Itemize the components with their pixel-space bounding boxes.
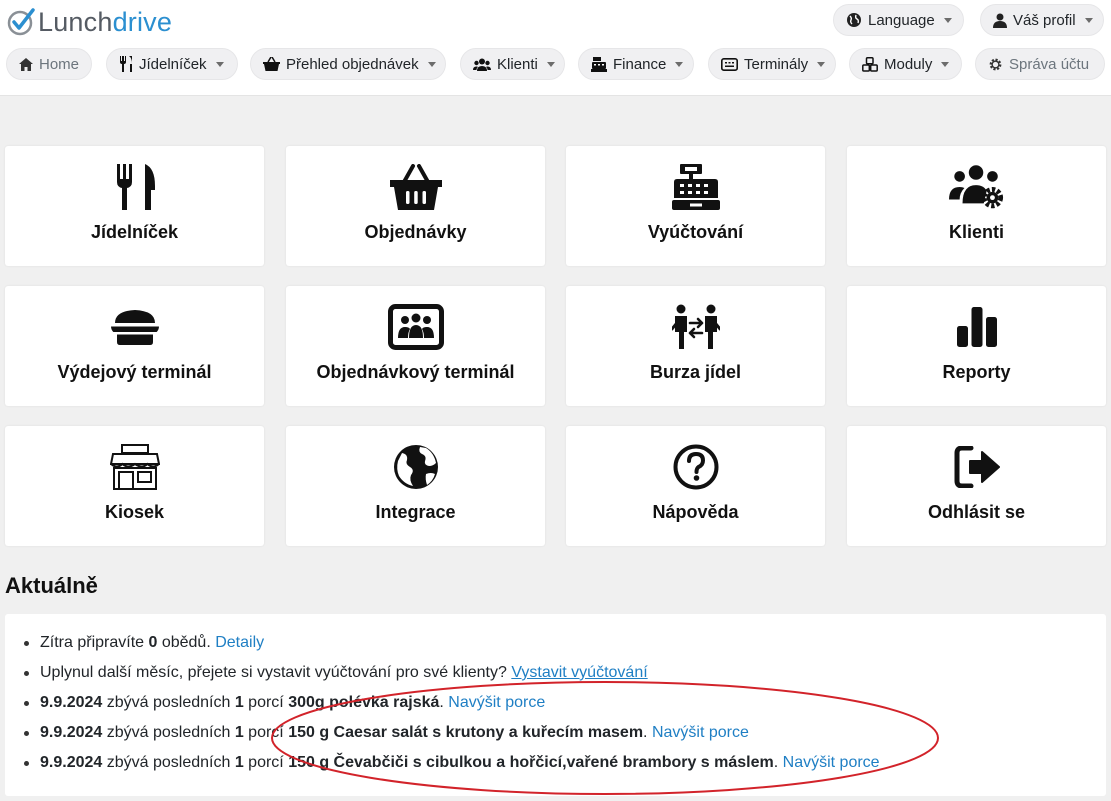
tile-objednavky-label: Objednávky — [364, 222, 467, 242]
news-item: 9.9.2024 zbývá posledních 1 porcí 300g p… — [5, 690, 1106, 720]
lunchdrive-logo[interactable]: Lunchdrive — [6, 4, 172, 40]
nav-home[interactable]: Home — [6, 48, 92, 80]
bowl-food-icon — [110, 310, 159, 345]
nav-jidelnicek-label: Jídelníček — [139, 55, 207, 73]
cash-register-icon — [671, 164, 720, 210]
tile-odhlasit-se-label: Odhlásit se — [927, 502, 1026, 522]
news-list: Zítra připravíte 0 obědů. Detaily Uplynu… — [5, 614, 1106, 780]
news-item: Uplynul další měsíc, přejete si vystavit… — [5, 660, 1106, 690]
chevron-down-icon — [817, 62, 826, 67]
tile-vydejovy-terminal-label: Výdejový terminál — [57, 362, 212, 382]
sign-out-icon — [954, 446, 1000, 488]
logo-text-drive: drive — [112, 6, 173, 37]
navysit-porce-link[interactable]: Navýšit porce — [652, 724, 749, 741]
basket-icon — [263, 57, 280, 71]
chevron-down-icon — [546, 62, 555, 67]
user-icon — [993, 13, 1007, 28]
cubes-icon — [862, 56, 878, 72]
nav-jidelnicek[interactable]: Jídelníček — [106, 48, 238, 80]
tile-jidelnicek-label: Jídelníček — [90, 222, 179, 242]
utensils-icon — [120, 56, 132, 72]
bar-chart-icon — [956, 307, 997, 347]
globe-icon — [847, 13, 861, 27]
globe-icon — [393, 445, 438, 489]
profile-dropdown[interactable]: Váš profil — [980, 4, 1104, 36]
news-item: 9.9.2024 zbývá posledních 1 porcí 150 g … — [5, 720, 1106, 750]
nav-klienti-label: Klienti — [497, 55, 538, 73]
people-screen-icon — [387, 304, 444, 350]
gear-icon — [989, 58, 1002, 70]
chevron-down-icon — [427, 62, 436, 67]
top-header: Lunchdrive Language Váš profil Home Jíde… — [0, 0, 1111, 96]
language-dropdown[interactable]: Language — [833, 4, 964, 36]
section-title-aktualne: Aktuálně — [5, 573, 98, 598]
logo-text-lunch: Lunch — [38, 6, 113, 37]
nav-sprava-label: Správa účtu — [1009, 55, 1090, 73]
nav-finance-label: Finance — [613, 55, 667, 73]
navysit-porce-link[interactable]: Navýšit porce — [783, 754, 880, 771]
logo-check-icon — [7, 8, 35, 36]
tile-kiosek-label: Kiosek — [104, 502, 165, 522]
chevron-down-icon — [941, 62, 950, 67]
shop-icon — [109, 444, 160, 490]
nav-sprava-uctu[interactable]: Správa účtu — [975, 48, 1105, 80]
tile-kiosek[interactable]: Kiosek — [5, 426, 264, 546]
utensils-icon — [116, 164, 155, 210]
basket-icon — [389, 164, 442, 210]
chevron-down-icon — [215, 62, 224, 67]
nav-terminaly-label: Terminály — [744, 55, 809, 73]
question-circle-icon — [673, 444, 718, 490]
tile-objednavky[interactable]: Objednávky — [286, 146, 545, 266]
navysit-porce-link[interactable]: Navýšit porce — [448, 694, 545, 711]
vystavit-vyuctovani-link[interactable]: Vystavit vyúčtování — [511, 664, 647, 681]
nav-prehled-label: Přehled objednávek — [286, 55, 419, 73]
nav-terminaly[interactable]: Terminály — [708, 48, 836, 80]
tile-napoveda[interactable]: Nápověda — [566, 426, 825, 546]
tile-integrace-label: Integrace — [375, 502, 456, 522]
nav-moduly[interactable]: Moduly — [849, 48, 962, 80]
tile-vyuctovani-label: Vyúčtování — [647, 222, 744, 242]
tile-vyuctovani[interactable]: Vyúčtování — [566, 146, 825, 266]
tile-reporty-label: Reporty — [942, 362, 1011, 382]
nav-finance[interactable]: Finance — [578, 48, 694, 80]
home-icon — [19, 57, 33, 71]
tile-jidelnicek[interactable]: Jídelníček — [5, 146, 264, 266]
news-item: 9.9.2024 zbývá posledních 1 porcí 150 g … — [5, 750, 1106, 780]
tile-napoveda-label: Nápověda — [652, 502, 739, 522]
nav-prehled-objednavek[interactable]: Přehled objednávek — [250, 48, 446, 80]
tile-klienti-label: Klienti — [948, 222, 1004, 242]
tile-reporty[interactable]: Reporty — [847, 286, 1106, 406]
chevron-down-icon — [943, 18, 952, 23]
tile-objednavkovy-terminal-label: Objednávkový terminál — [316, 362, 515, 382]
people-exchange-icon — [671, 304, 720, 349]
news-item: Zítra připravíte 0 obědů. Detaily — [5, 630, 1106, 660]
tile-odhlasit-se[interactable]: Odhlásit se — [847, 426, 1106, 546]
tile-integrace[interactable]: Integrace — [286, 426, 545, 546]
chevron-down-icon — [675, 62, 684, 67]
detaily-link[interactable]: Detaily — [215, 634, 264, 651]
terminal-icon — [721, 57, 738, 71]
nav-home-label: Home — [39, 55, 80, 73]
tile-objednavkovy-terminal[interactable]: Objednávkový terminál — [286, 286, 545, 406]
nav-moduly-label: Moduly — [884, 55, 933, 73]
users-gear-icon — [948, 165, 1003, 209]
nav-klienti[interactable]: Klienti — [460, 48, 565, 80]
news-panel: Zítra připravíte 0 obědů. Detaily Uplynu… — [5, 614, 1106, 796]
tile-klienti[interactable]: Klienti — [847, 146, 1106, 266]
users-icon — [473, 58, 491, 71]
tile-vydejovy-terminal[interactable]: Výdejový terminál — [5, 286, 264, 406]
language-label: Language — [868, 11, 935, 29]
profile-label: Váš profil — [1013, 11, 1076, 29]
tile-burza-jidel-label: Burza jídel — [649, 362, 742, 382]
tile-burza-jidel[interactable]: Burza jídel — [566, 286, 825, 406]
chevron-down-icon — [1084, 18, 1093, 23]
cash-register-icon — [591, 56, 607, 72]
